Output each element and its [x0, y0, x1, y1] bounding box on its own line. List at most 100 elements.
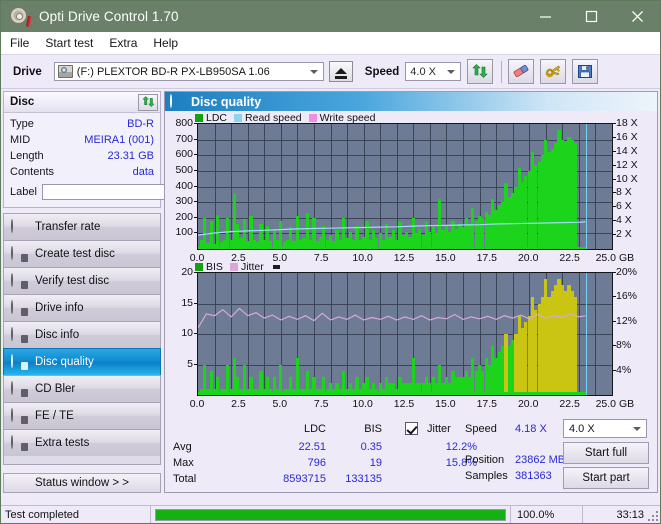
- resize-grip-icon[interactable]: [648, 511, 658, 521]
- legend-swatch: [195, 263, 203, 271]
- drive-icon: [57, 65, 73, 78]
- start-part-button[interactable]: Start part: [563, 467, 649, 489]
- chart2-y2tick: 8%: [616, 339, 632, 352]
- speed-label: Speed: [364, 65, 400, 78]
- chart1-xtick: 25.0 GB: [595, 252, 635, 264]
- disc-icon: [11, 272, 28, 289]
- menu-bar: File Start test Extra Help: [1, 32, 660, 55]
- menu-item-start-test[interactable]: Start test: [45, 36, 93, 50]
- sidebar-item-disc-quality[interactable]: Disc quality: [3, 348, 161, 375]
- disc-mid-label: MID: [10, 134, 31, 146]
- status-text: Test completed: [1, 505, 151, 523]
- legend-swatch: [308, 114, 317, 122]
- chart2-xtick: 17.5: [476, 398, 498, 410]
- disc-type-value: BD-R: [127, 118, 154, 130]
- stats-max-ldc: 796: [307, 457, 326, 469]
- sidebar-item-extra-tests[interactable]: Extra tests: [3, 429, 161, 456]
- sidebar-item-disc-info[interactable]: Disc info: [3, 321, 161, 348]
- chart1-ytick: 800: [175, 117, 193, 129]
- chart1-xtick: 12.5: [393, 252, 415, 264]
- disc-row-length: Length 23.31 GB: [10, 148, 154, 164]
- window-title: Opti Drive Control 1.70: [39, 9, 179, 24]
- chart2-y2tick: 4%: [616, 363, 632, 376]
- save-button[interactable]: [572, 59, 599, 84]
- title-bar: Opti Drive Control 1.70: [1, 1, 660, 32]
- chart1-xtick: 5.0: [272, 252, 288, 264]
- test-speed-value: 4.0 X: [569, 422, 595, 435]
- menu-item-extra[interactable]: Extra: [109, 36, 137, 50]
- chart1-y2tick: 8 X: [616, 186, 632, 199]
- menu-item-help[interactable]: Help: [153, 36, 178, 50]
- disc-mid-value: MEIRA1 (001): [84, 134, 154, 146]
- sidebar: Disc Type BD-R MID MEIRA1 (001) Length 2…: [3, 91, 245, 493]
- disc-quality-icon: [170, 93, 185, 109]
- chevron-down-icon: [309, 69, 318, 74]
- app-disc-icon: [10, 6, 33, 27]
- stats-avg-bis: 0.35: [360, 441, 382, 453]
- drive-select[interactable]: (F:) PLEXTOR BD-R PX-LB950SA 1.06: [53, 62, 324, 81]
- speed-select[interactable]: 4.0 X: [405, 62, 462, 81]
- main-panel: Disc quality LDC Read speed Write speed …: [164, 91, 658, 493]
- refresh-button[interactable]: [467, 59, 494, 84]
- chart1-y2tick: 6 X: [616, 200, 632, 213]
- legend-swatch: [195, 114, 203, 122]
- stats-header-bis: BIS: [364, 423, 382, 435]
- sidebar-item-label: Transfer rate: [35, 221, 101, 233]
- chart2-ytick: 10: [181, 327, 193, 339]
- sidebar-item-label: Verify test disc: [35, 275, 110, 287]
- chart1-y2tick: 10 X: [616, 172, 638, 185]
- sidebar-item-drive-info[interactable]: Drive info: [3, 294, 161, 321]
- sidebar-item-verify-test-disc[interactable]: Verify test disc: [3, 267, 161, 294]
- chart1-xtick: 22.5: [559, 252, 580, 264]
- chart1-xtick: 15.0: [435, 252, 456, 264]
- disc-icon: [11, 380, 28, 397]
- chart2-xtick: 15.0: [435, 398, 456, 410]
- chart1-xtick: 2.5: [231, 252, 246, 264]
- minimize-icon[interactable]: [522, 1, 568, 32]
- sidebar-item-create-test-disc[interactable]: Create test disc: [3, 240, 161, 267]
- disc-refresh-button[interactable]: [138, 93, 158, 111]
- sidebar-item-fe-te[interactable]: FE / TE: [3, 402, 161, 429]
- eraser-button[interactable]: [508, 59, 535, 84]
- disc-length-value: 23.31 GB: [107, 150, 154, 162]
- chart1-ytick: 100: [175, 226, 193, 239]
- keys-button[interactable]: [540, 59, 567, 84]
- nav-filler: [3, 456, 161, 465]
- sidebar-item-label: Disc info: [35, 329, 80, 341]
- disc-label-caption: Label: [10, 186, 37, 198]
- chart2-xtick: 22.5: [559, 398, 580, 410]
- chart1-ytick: 500: [175, 163, 193, 176]
- status-window-button[interactable]: Status window > >: [3, 473, 161, 493]
- chart1-xtick: 10.0: [352, 252, 373, 264]
- sidebar-item-cd-bler[interactable]: CD Bler: [3, 375, 161, 402]
- disc-panel-header: Disc: [4, 92, 160, 113]
- legend-swatch: [234, 114, 243, 122]
- stats-avg-jitter: 12.2%: [445, 441, 477, 453]
- chevron-down-icon: [447, 69, 456, 74]
- chart2-y2tick: 16%: [616, 290, 638, 303]
- sidebar-item-transfer-rate[interactable]: Transfer rate: [3, 213, 161, 240]
- chart-ldc-speed[interactable]: [197, 123, 613, 250]
- menu-item-file[interactable]: File: [10, 36, 29, 50]
- speed-select-value: 4.0 X: [410, 65, 436, 78]
- sidebar-item-label: Drive info: [35, 302, 84, 314]
- chart1-y2tick: 16 X: [616, 130, 638, 143]
- sidebar-item-label: Disc quality: [35, 356, 94, 368]
- disc-label-row: Label: [10, 181, 245, 203]
- sidebar-item-label: CD Bler: [35, 383, 76, 395]
- jitter-checkbox[interactable]: [405, 422, 418, 435]
- chart-bis-jitter[interactable]: [197, 272, 613, 396]
- chart1-ytick: 600: [175, 148, 193, 161]
- test-speed-select[interactable]: 4.0 X: [563, 419, 647, 438]
- start-full-button[interactable]: Start full: [563, 442, 649, 464]
- close-icon[interactable]: [614, 1, 660, 32]
- app-window: Opti Drive Control 1.70 File Start test …: [0, 0, 661, 524]
- chart2-xtick: 5.0: [272, 398, 288, 410]
- maximize-icon[interactable]: [568, 1, 614, 32]
- eject-button[interactable]: [328, 61, 353, 82]
- toolbar-divider: [501, 60, 503, 83]
- progress-bar: [155, 508, 506, 521]
- main-panel-header: Disc quality: [165, 92, 657, 111]
- stats-total-ldc: 8593715: [283, 473, 326, 485]
- drive-toolbar: Drive (F:) PLEXTOR BD-R PX-LB950SA 1.06 …: [1, 55, 660, 89]
